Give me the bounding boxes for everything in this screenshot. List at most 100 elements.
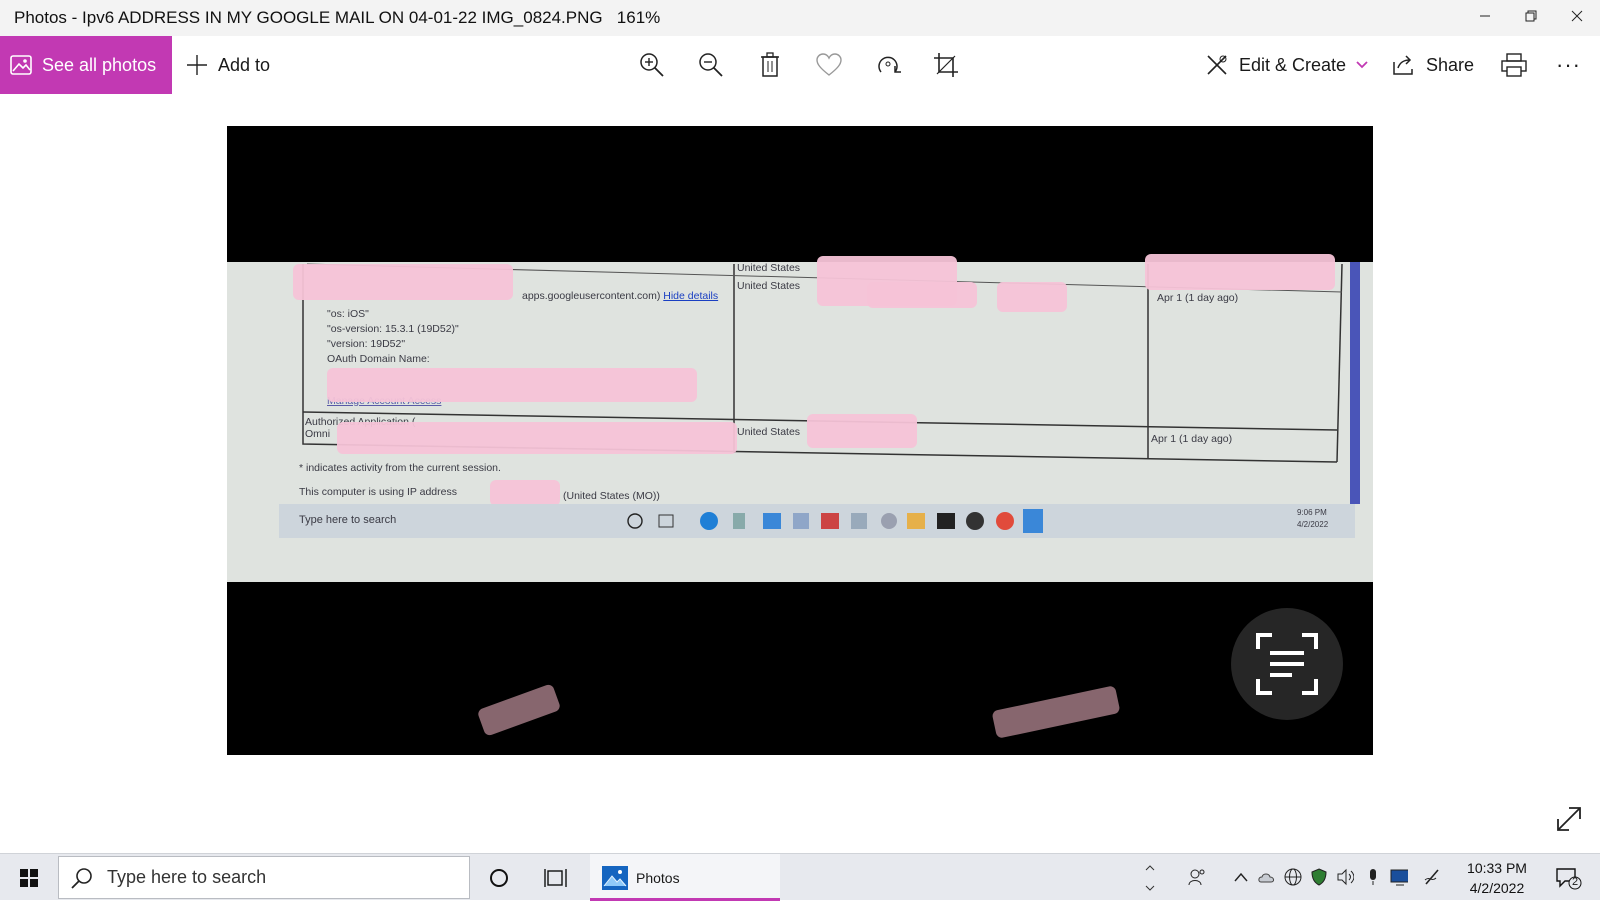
taskbar-search-placeholder: Type here to search (107, 867, 267, 887)
notification-count: 2 (1572, 876, 1579, 888)
more-options-button[interactable]: ··· (1556, 36, 1581, 94)
heart-icon (816, 53, 842, 76)
redaction (1145, 254, 1335, 290)
restore-icon (1525, 10, 1537, 22)
clock-date: 4/2/2022 (1469, 880, 1525, 896)
chevron-up-icon[interactable] (1232, 868, 1250, 886)
zoom-in-icon (640, 53, 664, 77)
photo-line-oauth: OAuth Domain Name: (327, 353, 430, 365)
zoom-out-button[interactable] (695, 49, 727, 81)
photo-link-text: apps.googleusercontent.com) (522, 290, 661, 302)
microphone-icon[interactable] (1364, 868, 1382, 886)
photo-inner-search: Type here to search (299, 514, 397, 526)
print-button[interactable] (1498, 49, 1530, 81)
plus-icon (187, 55, 207, 75)
taskbar-photos-label: Photos (636, 869, 680, 886)
crop-icon (934, 53, 958, 77)
fullscreen-button[interactable] (1552, 802, 1586, 836)
edit-create-label: Edit & Create (1239, 54, 1347, 75)
photo-line-ip-address: This computer is using IP address (299, 486, 457, 498)
taskbar-search-box[interactable]: Type here to search (58, 856, 470, 899)
text-scan-button[interactable] (1231, 608, 1343, 720)
taskbar-clock[interactable]: 10:33 PM 4/2/2022 (1458, 858, 1536, 898)
delete-button[interactable] (754, 49, 786, 81)
minimize-icon (1480, 15, 1490, 17)
photo-date-1: Apr 1 (1 day ago) (1157, 292, 1239, 304)
cortana-icon (490, 868, 508, 887)
trash-icon (761, 52, 779, 77)
clock-time: 10:33 PM (1467, 860, 1527, 876)
redaction (997, 282, 1067, 312)
task-view-button[interactable] (535, 854, 577, 901)
photo-viewer: apps.googleusercontent.com) Hide details… (0, 94, 1600, 853)
photo-icon (10, 55, 32, 75)
close-button[interactable] (1554, 0, 1600, 32)
photos-window: Photos - Ipv6 ADDRESS IN MY GOOGLE MAIL … (0, 0, 1600, 853)
taskbar-photos-app[interactable]: Photos (590, 854, 780, 901)
redaction (327, 368, 697, 402)
photo-country-3: United States (737, 426, 801, 438)
more-options-label: ··· (1556, 52, 1581, 77)
minimize-button[interactable] (1462, 0, 1508, 32)
photo-image[interactable]: apps.googleusercontent.com) Hide details… (227, 126, 1373, 755)
cortana-button[interactable] (478, 854, 520, 901)
add-to-button[interactable]: Add to (186, 36, 270, 94)
photo-line-omni: Omni (305, 428, 331, 440)
photos-app-icon (602, 865, 628, 890)
photo-line-os-version: "os-version: 15.3.1 (19D52)" (327, 323, 459, 335)
crop-button[interactable] (930, 49, 962, 81)
expand-icon (1557, 807, 1581, 831)
photo-line-current-session: * indicates activity from the current se… (299, 462, 501, 474)
start-button[interactable] (0, 854, 58, 901)
task-view-icon (544, 868, 567, 887)
monitor-icon[interactable] (1390, 868, 1408, 886)
share-label: Share (1426, 54, 1475, 75)
photo-inner-time: 9:06 PM (1297, 508, 1327, 517)
printer-icon (1501, 53, 1527, 77)
zoom-level: 161% (616, 8, 661, 27)
redaction (490, 480, 560, 506)
see-all-photos-button[interactable]: See all photos (0, 36, 172, 94)
photo-line-version: "version: 19D52" (327, 338, 406, 350)
action-center-button[interactable]: 2 (1548, 854, 1588, 901)
photo-hide-details: Hide details (663, 290, 719, 302)
volume-icon[interactable] (1336, 868, 1354, 886)
redaction (991, 685, 1121, 739)
redaction (337, 422, 737, 454)
title-bar: Photos - Ipv6 ADDRESS IN MY GOOGLE MAIL … (0, 0, 1600, 36)
taskbar-scroll-arrows[interactable] (1140, 854, 1160, 901)
cloud-icon[interactable] (1258, 868, 1276, 886)
rotate-button[interactable] (872, 49, 904, 81)
redaction (293, 264, 513, 300)
photo-line-os: "os: iOS" (327, 308, 369, 320)
photo-date-2: Apr 1 (1 day ago) (1151, 433, 1233, 445)
window-title-text: Photos - Ipv6 ADDRESS IN MY GOOGLE MAIL … (14, 8, 603, 27)
edit-create-icon (1207, 55, 1227, 75)
add-to-label: Add to (218, 54, 271, 75)
window-title: Photos - Ipv6 ADDRESS IN MY GOOGLE MAIL … (14, 8, 660, 28)
chevron-down-icon (1356, 61, 1368, 69)
photo-country-2: United States (737, 280, 801, 292)
pen-icon[interactable] (1424, 868, 1442, 886)
share-button[interactable]: Share (1392, 36, 1474, 94)
photographed-app-icons (627, 509, 1043, 533)
os-taskbar: Type here to search Photos 10:33 PM 4/2/… (0, 853, 1600, 901)
photo-country-1: United States (737, 262, 801, 274)
photo-inner-date: 4/2/2022 (1297, 520, 1329, 529)
redaction (807, 414, 917, 448)
globe-icon[interactable] (1284, 868, 1302, 886)
photo-ip-suffix: (United States (MO)) (563, 490, 660, 502)
restore-button[interactable] (1508, 0, 1554, 32)
redaction (867, 282, 977, 308)
rotate-icon (878, 56, 901, 73)
favorite-button[interactable] (813, 49, 845, 81)
people-icon[interactable] (1188, 868, 1206, 886)
chevron-up-down-icon (1145, 864, 1155, 891)
windows-logo-icon (20, 868, 38, 887)
search-icon (71, 867, 92, 889)
shield-icon[interactable] (1310, 868, 1328, 886)
photographed-taskbar: Type here to search 9:06 PM 4/2/2022 (279, 504, 1355, 538)
edit-create-button[interactable]: Edit & Create (1205, 36, 1368, 94)
zoom-in-button[interactable] (636, 49, 668, 81)
app-toolbar: See all photos Add to Edit & Create Shar… (0, 36, 1600, 94)
